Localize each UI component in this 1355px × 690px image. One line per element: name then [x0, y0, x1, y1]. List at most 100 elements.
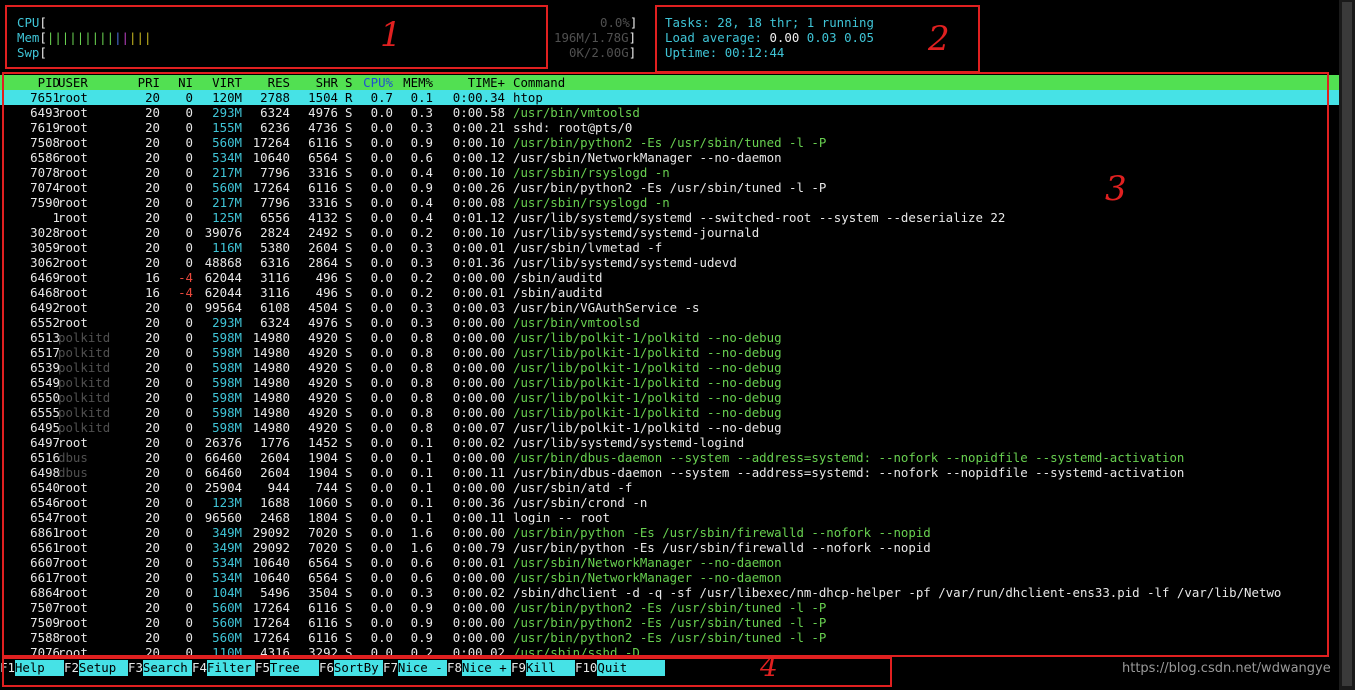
process-row[interactable]: 7076 root 20 0 110M 4316 3292 S 0.0 0.2 0:00.02/us…	[0, 645, 1339, 660]
process-shr: 6116	[308, 600, 338, 615]
function-key-f5[interactable]: F5Tree	[255, 660, 319, 676]
process-row[interactable]: 6497 root 20 0 26376 1776 1452 S 0.0 0.1 0:00.02/u…	[0, 435, 1339, 450]
process-cpu: 0.7	[370, 90, 393, 105]
process-row[interactable]: 6517 polkitd 20 0 598M 14980 4920 S 0.0 0.8 0:00.0…	[0, 345, 1339, 360]
process-pri: 20	[145, 525, 160, 540]
process-mem: 0.1	[410, 495, 433, 510]
process-virt: 25904	[204, 480, 242, 495]
scrollbar[interactable]	[1339, 0, 1355, 690]
column-header-cpu[interactable]: CPU%	[357, 75, 393, 90]
column-header-shr[interactable]: SHR	[290, 75, 338, 90]
process-time: 0:00.01	[452, 555, 505, 570]
process-row[interactable]: 6469 root 16 -4 62044 3116 496 S 0.0 0.2 0:00.00/s…	[0, 270, 1339, 285]
process-row[interactable]: 6549 polkitd 20 0 598M 14980 4920 S 0.0 0.8 0:00.0…	[0, 375, 1339, 390]
process-res: 6108	[260, 300, 290, 315]
function-key-f1[interactable]: F1Help	[0, 660, 64, 676]
process-cpu: 0.0	[370, 255, 393, 270]
process-pri: 20	[145, 105, 160, 120]
process-row[interactable]: 7588 root 20 0 560M 17264 6116 S 0.0 0.9 0:00.00/u…	[0, 630, 1339, 645]
process-row[interactable]: 7074 root 20 0 560M 17264 6116 S 0.0 0.9 0:00.26/u…	[0, 180, 1339, 195]
column-header-pri[interactable]: PRI	[128, 75, 160, 90]
process-row[interactable]: 6547 root 20 0 96560 2468 1804 S 0.0 0.1 0:00.11 lo…	[0, 510, 1339, 525]
process-row[interactable]: 6561 root 20 0 349M 29092 7020 S 0.0 1.6 0:00.79/u…	[0, 540, 1339, 555]
process-cpu: 0.0	[370, 615, 393, 630]
column-header-virt[interactable]: VIRT	[193, 75, 242, 90]
process-pri: 20	[145, 540, 160, 555]
annotation-number-3: 3	[1105, 169, 1127, 209]
process-pid: 6495	[30, 420, 60, 435]
process-row[interactable]: 6498 dbus 20 0 66460 2604 1904 S 0.0 0.1 0:00.11/u…	[0, 465, 1339, 480]
function-key-f8[interactable]: F8Nice +	[447, 660, 511, 676]
process-row[interactable]: 6513 polkitd 20 0 598M 14980 4920 S 0.0 0.8 0:00.0…	[0, 330, 1339, 345]
swap-meter-value-line: 0K/2.00G]	[569, 45, 637, 60]
process-cpu: 0.0	[370, 435, 393, 450]
process-shr: 6564	[308, 570, 338, 585]
function-key-f4[interactable]: F4Filter	[192, 660, 255, 676]
mem-meter-value: 196M/1.78G	[554, 30, 629, 45]
process-row[interactable]: 7651 root 20 0 120M 2788 1504 R 0.7 0.1 0:00.34 hto…	[0, 90, 1339, 105]
process-row[interactable]: 7509 root 20 0 560M 17264 6116 S 0.0 0.9 0:00.00/u…	[0, 615, 1339, 630]
process-row[interactable]: 6516 dbus 20 0 66460 2604 1904 S 0.0 0.1 0:00.00/u…	[0, 450, 1339, 465]
process-row[interactable]: 6552 root 20 0 293M 6324 4976 S 0.0 0.3 0:00.00/us…	[0, 315, 1339, 330]
process-row[interactable]: 6864 root 20 0 104M 5496 3504 S 0.0 0.3 0:00.02/sb…	[0, 585, 1339, 600]
process-mem: 0.6	[410, 555, 433, 570]
process-cpu: 0.0	[370, 195, 393, 210]
process-row[interactable]: 6617 root 20 0 534M 10640 6564 S 0.0 0.6 0:00.00/u…	[0, 570, 1339, 585]
function-key-f3[interactable]: F3Search	[128, 660, 192, 676]
process-row[interactable]: 6607 root 20 0 534M 10640 6564 S 0.0 0.6 0:00.01/u…	[0, 555, 1339, 570]
process-user: root	[58, 480, 88, 495]
column-header-user[interactable]: USER	[58, 75, 128, 90]
function-key-f6[interactable]: F6SortBy	[319, 660, 383, 676]
process-row[interactable]: 3059 root 20 0 116M 5380 2604 S 0.0 0.3 0:00.01/us…	[0, 240, 1339, 255]
process-row[interactable]: 6468 root 16 -4 62044 3116 496 S 0.0 0.2 0:00.01/s…	[0, 285, 1339, 300]
column-header-mem[interactable]: MEM%	[393, 75, 433, 90]
process-row[interactable]: 6861 root 20 0 349M 29092 7020 S 0.0 1.6 0:00.00/u…	[0, 525, 1339, 540]
column-header-res[interactable]: RES	[242, 75, 290, 90]
process-pri: 20	[145, 585, 160, 600]
column-header-s[interactable]: S	[345, 75, 357, 90]
process-pri: 20	[145, 240, 160, 255]
process-res: 10640	[252, 555, 290, 570]
process-virt: 66460	[204, 465, 242, 480]
process-user: root	[58, 630, 88, 645]
process-res: 10640	[252, 570, 290, 585]
process-mem: 0.6	[410, 150, 433, 165]
process-row[interactable]: 7508 root 20 0 560M 17264 6116 S 0.0 0.9 0:00.10/u…	[0, 135, 1339, 150]
column-header-command[interactable]: Command	[513, 75, 1339, 90]
process-row[interactable]: 7507 root 20 0 560M 17264 6116 S 0.0 0.9 0:00.00/u…	[0, 600, 1339, 615]
column-header-time[interactable]: TIME+	[433, 75, 505, 90]
function-key-f10[interactable]: F10Quit	[575, 660, 665, 676]
process-s: S	[345, 315, 353, 330]
process-row[interactable]: 7590 root 20 0 217M 7796 3316 S 0.0 0.4 0:00.08/us…	[0, 195, 1339, 210]
function-key-f2[interactable]: F2Setup	[64, 660, 128, 676]
process-row[interactable]: 6493 root 20 0 293M 6324 4976 S 0.0 0.3 0:00.58/us…	[0, 105, 1339, 120]
column-header-pid[interactable]: PID	[0, 75, 60, 90]
function-key-f7[interactable]: F7Nice -	[383, 660, 447, 676]
process-row[interactable]: 6492 root 20 0 99564 6108 4504 S 0.0 0.3 0:00.03/u…	[0, 300, 1339, 315]
process-row[interactable]: 6540 root 20 0 25904 944 744 S 0.0 0.1 0:00.00/usr…	[0, 480, 1339, 495]
process-row[interactable]: 7619 root 20 0 155M 6236 4736 S 0.0 0.3 0:00.21 ssh…	[0, 120, 1339, 135]
process-row[interactable]: 6539 polkitd 20 0 598M 14980 4920 S 0.0 0.8 0:00.0…	[0, 360, 1339, 375]
load-5min: 0.03	[806, 30, 837, 45]
process-time: 0:00.02	[452, 435, 505, 450]
process-virt: 534M	[212, 150, 242, 165]
process-row[interactable]: 3062 root 20 0 48868 6316 2864 S 0.0 0.3 0:01.36/u…	[0, 255, 1339, 270]
process-row[interactable]: 6586 root 20 0 534M 10640 6564 S 0.0 0.6 0:00.12/u…	[0, 150, 1339, 165]
uptime: Uptime: 00:12:44	[665, 45, 784, 60]
column-header-ni[interactable]: NI	[160, 75, 193, 90]
process-res: 17264	[252, 135, 290, 150]
process-row[interactable]: 3028 root 20 0 39076 2824 2492 S 0.0 0.2 0:00.10/u…	[0, 225, 1339, 240]
process-pri: 20	[145, 480, 160, 495]
process-row[interactable]: 7078 root 20 0 217M 7796 3316 S 0.0 0.4 0:00.10/us…	[0, 165, 1339, 180]
function-key-f9[interactable]: F9Kill	[511, 660, 575, 676]
process-pri: 20	[145, 555, 160, 570]
process-table-header[interactable]: PID USER PRI NI VIRT RES SHR S CPU% MEM% TIME+ Comm…	[0, 75, 1339, 90]
process-row[interactable]: 6546 root 20 0 123M 1688 1060 S 0.0 0.1 0:00.36/us…	[0, 495, 1339, 510]
process-row[interactable]: 6495 polkitd 20 0 598M 14980 4920 S 0.0 0.8 0:00.0…	[0, 420, 1339, 435]
process-row[interactable]: 6550 polkitd 20 0 598M 14980 4920 S 0.0 0.8 0:00.0…	[0, 390, 1339, 405]
process-row[interactable]: 1 root 20 0 125M 6556 4132 S 0.0 0.4 0:01.12/usr/l…	[0, 210, 1339, 225]
scrollbar-thumb[interactable]	[1342, 2, 1352, 686]
mem-bar-segment: |	[99, 30, 107, 45]
mem-bar-segment: |	[114, 30, 122, 45]
process-row[interactable]: 6555 polkitd 20 0 598M 14980 4920 S 0.0 0.8 0:00.0…	[0, 405, 1339, 420]
